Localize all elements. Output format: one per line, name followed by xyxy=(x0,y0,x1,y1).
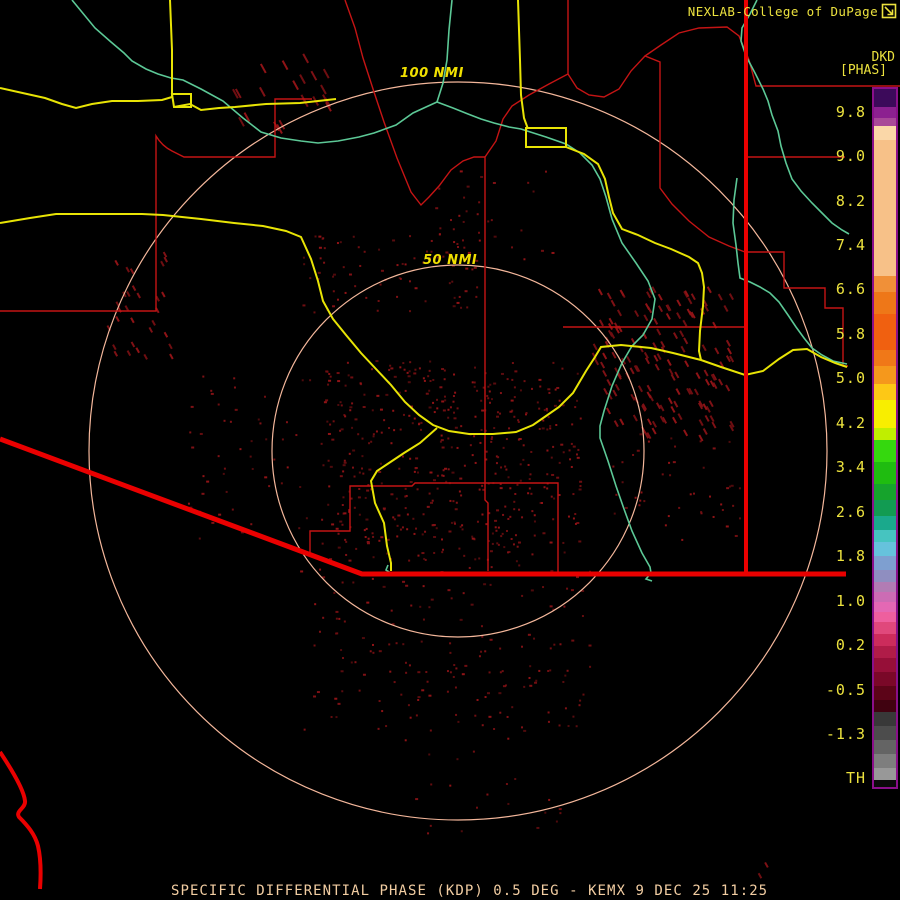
color-scale-segment xyxy=(874,400,896,428)
color-scale-segment xyxy=(874,556,896,570)
color-scale-tick: 7.4 xyxy=(835,236,866,254)
color-scale-tick: 6.6 xyxy=(835,280,866,298)
highway-line xyxy=(517,0,529,130)
highway-line xyxy=(565,146,706,361)
color-scale-segment xyxy=(874,89,896,107)
color-scale-tick: 4.2 xyxy=(835,414,866,432)
river-lines xyxy=(71,0,850,582)
range-ring-100nmi xyxy=(88,81,828,821)
color-scale-tick: 2.6 xyxy=(835,503,866,521)
color-scale-tick: -0.5 xyxy=(825,681,866,699)
color-scale-segment xyxy=(874,646,896,658)
color-scale-segment xyxy=(874,530,896,542)
border-road-southwest xyxy=(0,750,43,890)
color-scale-segment xyxy=(874,516,896,530)
color-scale-segment xyxy=(874,314,896,350)
range-ring-label: 50 NMI xyxy=(423,253,478,268)
highway-line xyxy=(0,87,173,110)
color-scale-segment xyxy=(874,780,896,787)
county-line xyxy=(567,55,746,253)
color-scale-tick: 9.8 xyxy=(835,103,866,121)
range-ring-label: 100 NMI xyxy=(400,66,464,81)
radar-map-canvas xyxy=(0,0,900,890)
color-scale-tick: TH xyxy=(845,769,866,787)
county-line xyxy=(484,157,489,571)
color-scale-tick: 1.0 xyxy=(835,592,866,610)
color-scale-segment xyxy=(874,366,896,384)
color-scale-tick: -1.3 xyxy=(825,725,866,743)
radar-display: 100 NMI 50 NMI NEXLAB-College of DuPage D… xyxy=(0,0,900,900)
units-label: [PHAS] xyxy=(840,63,887,78)
color-scale-tick: 1.8 xyxy=(835,547,866,565)
color-scale-segment xyxy=(874,754,896,768)
color-scale-segment xyxy=(874,126,896,140)
color-scale-segment xyxy=(874,542,896,556)
product-title: SPECIFIC DIFFERENTIAL PHASE (KDP) 0.5 DE… xyxy=(171,883,769,899)
color-scale-segment xyxy=(874,672,896,686)
color-scale-segment xyxy=(874,292,896,314)
color-scale-segment xyxy=(874,768,896,780)
color-scale-tick: 8.2 xyxy=(835,192,866,210)
color-scale-segment xyxy=(874,700,896,712)
color-scale-segment xyxy=(874,634,896,646)
color-scale-segment xyxy=(874,462,896,484)
color-scale-segment xyxy=(874,612,896,622)
color-scale-segment xyxy=(874,726,896,740)
color-scale-segment xyxy=(874,740,896,754)
color-scale-tick: 5.8 xyxy=(835,325,866,343)
color-scale-segment xyxy=(874,276,896,292)
color-scale-segment xyxy=(874,384,896,400)
river-line xyxy=(436,0,453,103)
county-line xyxy=(344,0,485,207)
color-scale-segment xyxy=(874,712,896,726)
color-scale-tick: 9.0 xyxy=(835,147,866,165)
county-line xyxy=(0,98,312,312)
color-scale-segment xyxy=(874,570,896,582)
color-scale-segment xyxy=(874,107,896,118)
highway-line xyxy=(369,427,438,571)
border-lines xyxy=(0,0,846,890)
highway-line xyxy=(169,0,173,97)
color-scale-segment xyxy=(874,118,896,126)
color-scale-segment xyxy=(874,484,896,500)
color-scale-tick: 0.2 xyxy=(835,636,866,654)
range-rings xyxy=(88,81,828,821)
color-scale-tick: 5.0 xyxy=(835,369,866,387)
color-scale-segment xyxy=(874,686,896,700)
color-scale-segments xyxy=(874,89,896,787)
range-ring-50nmi xyxy=(271,264,645,638)
color-scale-segment xyxy=(874,658,896,672)
county-boundary-lines xyxy=(0,0,900,572)
color-scale-segment xyxy=(874,140,896,276)
color-scale-segment xyxy=(874,602,896,612)
river-line xyxy=(436,101,656,582)
highway-line xyxy=(0,213,848,435)
highway-line xyxy=(173,98,337,112)
color-scale-bar xyxy=(872,87,898,789)
river-line xyxy=(71,0,438,144)
color-scale-tick: 3.4 xyxy=(835,458,866,476)
color-scale-segment xyxy=(874,428,896,440)
color-scale-segment xyxy=(874,500,896,516)
color-scale-segment xyxy=(874,350,896,366)
color-scale-segment xyxy=(874,440,896,462)
brand-text: NEXLAB-College of DuPage xyxy=(687,4,878,19)
cod-logo-icon xyxy=(881,3,897,19)
color-scale-segment xyxy=(874,592,896,602)
county-line xyxy=(309,482,559,572)
color-scale-segment xyxy=(874,582,896,592)
color-scale-segment xyxy=(874,622,896,634)
